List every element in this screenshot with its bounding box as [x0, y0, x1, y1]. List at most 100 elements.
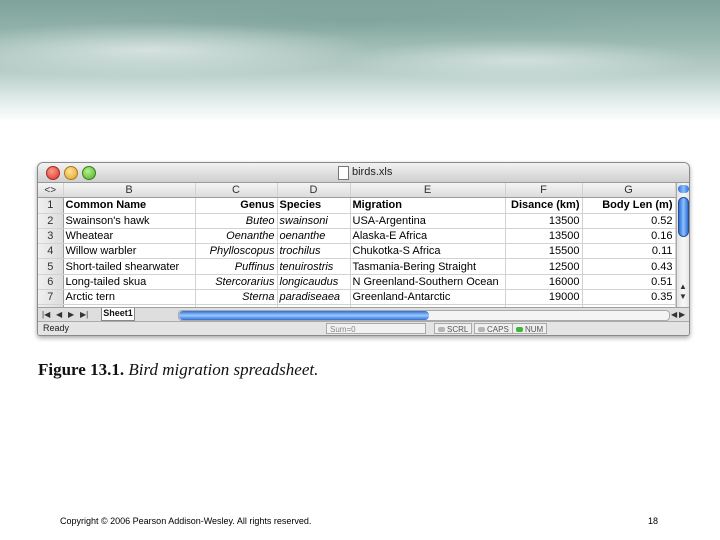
status-ready: Ready [43, 323, 70, 333]
last-sheet-icon[interactable]: ▶| [80, 309, 88, 320]
page-number: 18 [648, 516, 659, 526]
cell[interactable]: Migration [350, 197, 506, 214]
cell[interactable]: 0.43 [582, 258, 676, 275]
row-header[interactable]: 7 [38, 289, 64, 306]
cell[interactable]: trochilus [277, 243, 351, 260]
title-bar[interactable]: birds.xls [38, 163, 689, 183]
num-indicator: NUM [512, 323, 548, 334]
cell[interactable]: Disance (km) [505, 197, 583, 214]
cell[interactable]: Alaska-E Africa [350, 228, 506, 245]
row-header[interactable]: 2 [38, 213, 64, 229]
cell[interactable]: USA-Argentina [350, 213, 506, 229]
cell[interactable]: paradiseaea [277, 289, 351, 306]
cell[interactable]: 15500 [505, 243, 583, 260]
cell[interactable]: Arctic tern [63, 289, 196, 306]
table-row: 2 Swainson's hawk Buteo swainsoni USA-Ar… [38, 213, 676, 229]
copyright-text: Copyright © 2006 Pearson Addison-Wesley.… [60, 516, 312, 526]
cell[interactable]: Willow warbler [63, 243, 196, 260]
next-sheet-icon[interactable]: ▶ [68, 309, 74, 320]
scroll-right-arrow-icon[interactable]: ▶ [679, 309, 685, 320]
cell[interactable]: 0.52 [582, 213, 676, 229]
previous-sheet-icon[interactable]: ◀ [56, 309, 62, 320]
cell[interactable]: 0.35 [582, 289, 676, 306]
table-row: 1 Common Name Genus Species Migration Di… [38, 197, 676, 214]
num-led-icon [516, 327, 523, 333]
cell[interactable]: 12500 [505, 258, 583, 275]
cell[interactable]: Stercorarius [195, 274, 278, 291]
zoom-window-button[interactable] [82, 166, 96, 180]
window-title: birds.xls [352, 166, 393, 178]
caption-text: Bird migration spreadsheet. [128, 360, 319, 379]
column-header[interactable]: D [277, 183, 351, 199]
scroll-left-arrow-icon[interactable]: ◀ [671, 309, 677, 320]
ocean-banner [0, 0, 720, 122]
cell[interactable]: Short-tailed shearwater [63, 258, 196, 275]
cell[interactable]: Phylloscopus [195, 243, 278, 260]
row-header[interactable]: 4 [38, 243, 64, 260]
scrl-indicator: SCRL [434, 323, 473, 334]
cell[interactable]: 0.16 [582, 228, 676, 245]
horizontal-scroll-thumb[interactable] [179, 311, 429, 320]
cell[interactable]: 13500 [505, 228, 583, 245]
cell[interactable]: Long-tailed skua [63, 274, 196, 291]
column-header-row: <> B C D E F G [38, 183, 676, 199]
scrl-label: SCRL [447, 325, 469, 334]
column-header[interactable]: B [63, 183, 196, 199]
cell[interactable]: oenanthe [277, 228, 351, 245]
sheet-tab-sheet1[interactable]: Sheet1 [101, 308, 135, 321]
scrl-led-icon [438, 327, 445, 333]
cell[interactable]: Sterna [195, 289, 278, 306]
scroll-down-arrow-icon[interactable]: ▼ [679, 293, 687, 301]
table-row: 7 Arctic tern Sterna paradiseaea Greenla… [38, 289, 676, 306]
close-window-button[interactable] [46, 166, 60, 180]
select-all-corner[interactable]: <> [38, 183, 64, 199]
vertical-scroll-thumb[interactable] [678, 197, 689, 237]
cell[interactable]: Puffinus [195, 258, 278, 275]
cell[interactable]: Chukotka-S Africa [350, 243, 506, 260]
vertical-scrollbar[interactable]: ▲ ▼ [676, 183, 689, 307]
table-row: 5 Short-tailed shearwater Puffinus tenui… [38, 258, 676, 275]
caps-led-icon [478, 327, 485, 333]
caps-indicator: CAPS [474, 323, 513, 334]
cell[interactable]: longicaudus [277, 274, 351, 291]
cell[interactable]: Species [277, 197, 351, 214]
autosum-display: Sum=0 [326, 323, 426, 334]
minimize-window-button[interactable] [64, 166, 78, 180]
column-header[interactable]: G [582, 183, 676, 199]
split-handle[interactable] [678, 185, 689, 193]
cell[interactable]: Tasmania-Bering Straight [350, 258, 506, 275]
cell[interactable]: Swainson's hawk [63, 213, 196, 229]
cell[interactable]: 19000 [505, 289, 583, 306]
caps-label: CAPS [487, 325, 509, 334]
figure-caption: Figure 13.1. Bird migration spreadsheet. [38, 360, 318, 380]
table-row: 6 Long-tailed skua Stercorarius longicau… [38, 274, 676, 291]
column-header[interactable]: F [505, 183, 583, 199]
column-header[interactable]: E [350, 183, 506, 199]
cell[interactable]: Common Name [63, 197, 196, 214]
column-header[interactable]: C [195, 183, 278, 199]
cell[interactable]: 0.11 [582, 243, 676, 260]
cell[interactable]: N Greenland-Southern Ocean [350, 274, 506, 291]
cell[interactable]: 16000 [505, 274, 583, 291]
row-header[interactable]: 3 [38, 228, 64, 245]
cell[interactable]: Wheatear [63, 228, 196, 245]
cell[interactable]: Greenland-Antarctic [350, 289, 506, 306]
row-header[interactable]: 6 [38, 274, 64, 291]
table-row: 4 Willow warbler Phylloscopus trochilus … [38, 243, 676, 260]
cell[interactable]: Oenanthe [195, 228, 278, 245]
first-sheet-icon[interactable]: |◀ [42, 309, 50, 320]
cell[interactable]: Buteo [195, 213, 278, 229]
spreadsheet-grid: <> B C D E F G 1 Common Name Genus Speci… [38, 183, 676, 321]
cell[interactable]: swainsoni [277, 213, 351, 229]
row-header[interactable]: 1 [38, 197, 64, 214]
cell[interactable]: Genus [195, 197, 278, 214]
cell[interactable]: Body Len (m) [582, 197, 676, 214]
scroll-up-arrow-icon[interactable]: ▲ [679, 283, 687, 291]
cell[interactable]: 13500 [505, 213, 583, 229]
spreadsheet-window: birds.xls <> B C D E F G 1 Common Name G… [37, 162, 690, 336]
cell[interactable]: 0.51 [582, 274, 676, 291]
cell[interactable]: tenuirostris [277, 258, 351, 275]
horizontal-scrollbar[interactable] [178, 310, 670, 321]
figure-number: Figure 13.1. [38, 360, 125, 379]
row-header[interactable]: 5 [38, 258, 64, 275]
